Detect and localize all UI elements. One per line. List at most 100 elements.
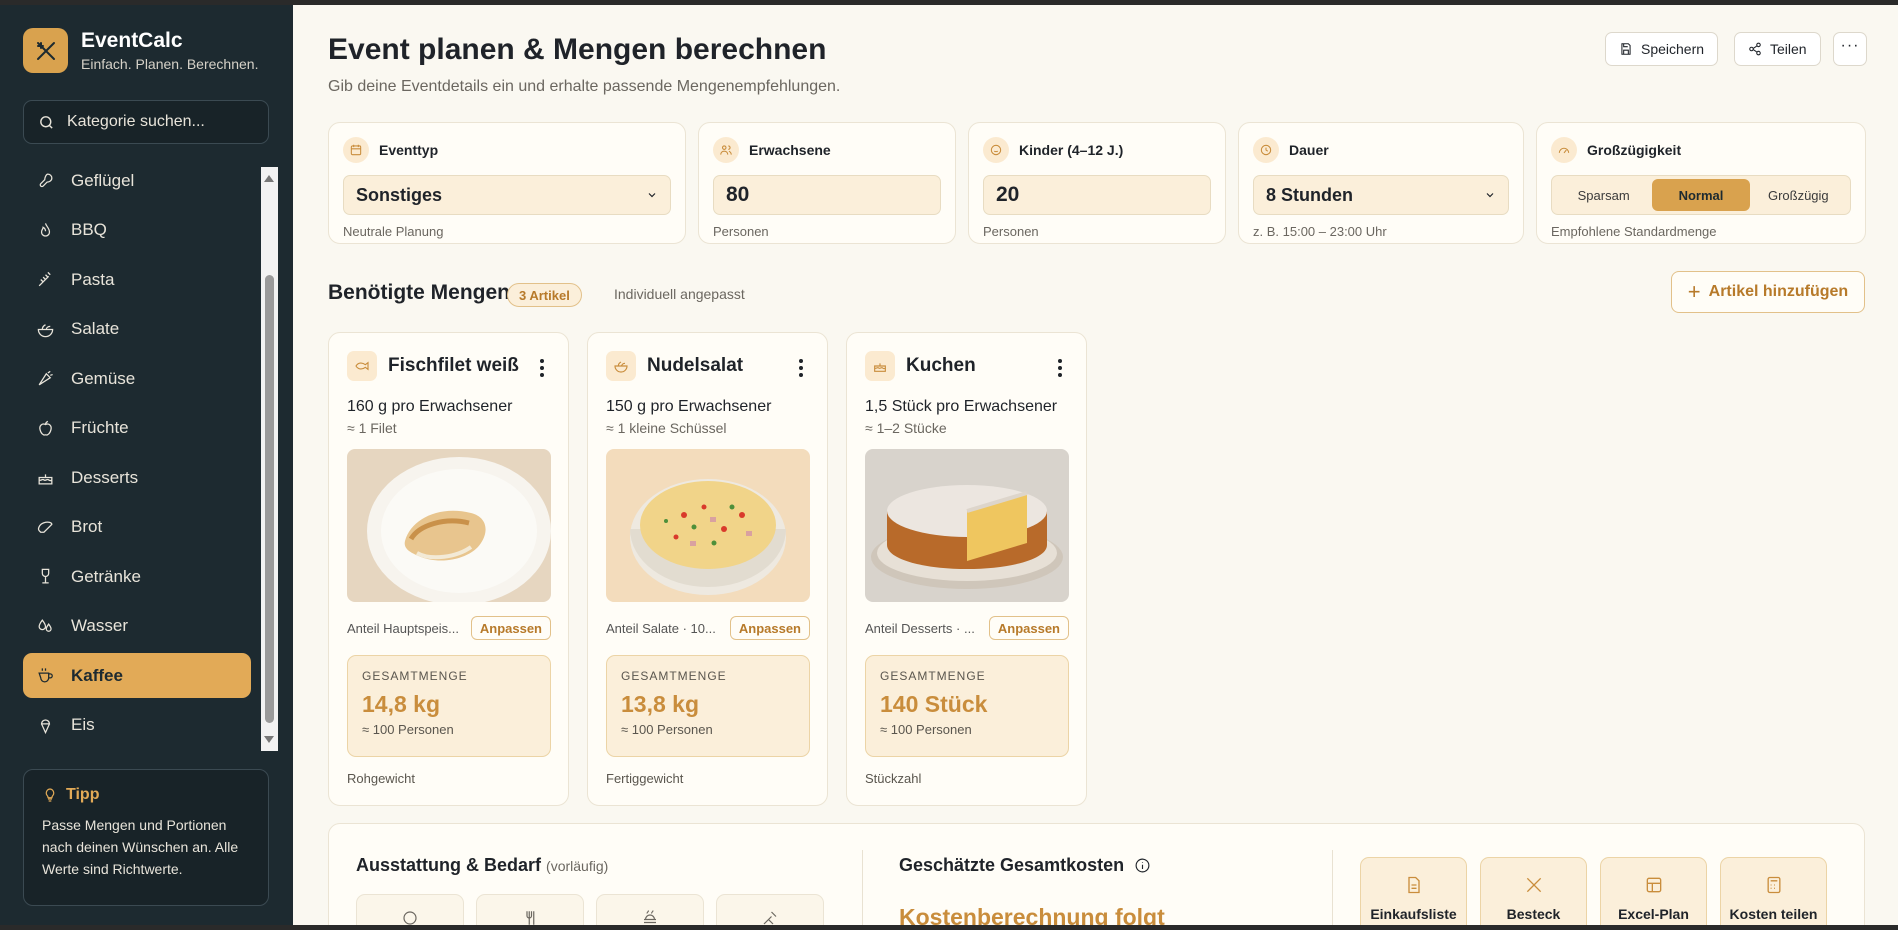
item-name: Fischfilet weiß <box>388 355 519 376</box>
adults-input[interactable]: 80 <box>713 175 941 215</box>
sidebar-item-eis[interactable]: Eis <box>23 703 251 748</box>
option-grosszuegig[interactable]: Großzügig <box>1750 179 1847 211</box>
input-value: 80 <box>726 183 750 206</box>
item-card-kuchen: Kuchen 1,5 Stück pro Erwachsener ≈ 1–2 S… <box>846 332 1087 806</box>
select-value: Sonstiges <box>356 184 443 205</box>
equipment-tile[interactable] <box>476 894 584 925</box>
total-people: ≈ 100 Personen <box>362 722 454 737</box>
sidebar-scrollbar[interactable] <box>261 167 278 751</box>
export-cutlery-button[interactable]: Besteck <box>1480 857 1587 925</box>
equipment-tile[interactable] <box>596 894 704 925</box>
weight-note: Rohgewicht <box>347 771 415 786</box>
gauge-icon <box>1558 147 1570 154</box>
share-button[interactable]: Teilen <box>1734 32 1821 66</box>
sidebar-item-getraenke[interactable]: Getränke <box>23 554 251 599</box>
save-button[interactable]: Speichern <box>1605 32 1719 66</box>
search-box[interactable] <box>23 100 269 144</box>
param-adults: Erwachsene 80 Personen <box>698 122 956 244</box>
table-icon <box>1646 877 1661 893</box>
sidebar-item-kaffee[interactable]: Kaffee <box>23 653 251 698</box>
app-window: EventCalc Einfach. Planen. Berechnen. Ge… <box>0 5 1898 925</box>
export-label: Besteck <box>1506 906 1561 922</box>
param-eventtype: Eventtyp Sonstiges Neutrale Planung <box>328 122 686 244</box>
export-excel-button[interactable]: Excel-Plan <box>1600 857 1707 925</box>
equipment-tile[interactable] <box>356 894 464 925</box>
salad-icon <box>614 361 628 373</box>
param-label: Erwachsene <box>749 142 831 158</box>
export-label: Excel-Plan <box>1618 906 1689 922</box>
plus-icon: + <box>1687 279 1701 304</box>
sidebar-item-pasta[interactable]: Pasta <box>23 257 251 302</box>
sidebar-item-wasser[interactable]: Wasser <box>23 604 251 649</box>
file-icon <box>1407 876 1420 894</box>
total-value: 13,8 kg <box>621 691 699 717</box>
kebab-menu-icon[interactable] <box>540 359 544 380</box>
more-icon: ··· <box>1840 37 1860 54</box>
export-shopping-list-button[interactable]: Einkaufsliste PDF <box>1360 857 1467 925</box>
share-text: Anteil Hauptspeis... <box>347 620 460 636</box>
adjust-button[interactable]: Anpassen <box>988 616 1069 640</box>
sidebar-item-label: Wasser <box>71 616 128 635</box>
item-count-badge: 3 Artikel <box>507 283 582 307</box>
generosity-segmented-control: Sparsam Normal Großzügig <box>1551 175 1851 215</box>
eventtype-select[interactable]: Sonstiges <box>343 175 671 215</box>
sidebar-item-gemuese[interactable]: Gemüse <box>23 356 251 401</box>
item-per-person: 160 g pro Erwachsener <box>347 398 513 415</box>
add-item-button[interactable]: + Artikel hinzufügen <box>1671 271 1865 313</box>
param-label: Dauer <box>1289 142 1329 158</box>
main-content: Event planen & Mengen berechnen Gib dein… <box>293 5 1898 925</box>
sidebar-item-brot[interactable]: Brot <box>23 505 251 550</box>
page-title: Event planen & Mengen berechnen <box>328 33 827 66</box>
total-label: GESAMTMENGE <box>880 669 986 683</box>
item-per-person: 1,5 Stück pro Erwachsener <box>865 398 1058 415</box>
scroll-up-arrow-icon[interactable] <box>264 175 274 182</box>
carrot-icon <box>38 370 53 386</box>
page-subtitle: Gib deine Eventdetails ein und erhalte p… <box>328 78 841 95</box>
users-icon <box>720 145 732 155</box>
sidebar-item-label: Salate <box>71 319 120 338</box>
scroll-down-arrow-icon[interactable] <box>264 736 274 743</box>
sidebar-item-label: Desserts <box>71 467 139 487</box>
coffee-icon <box>38 668 53 683</box>
more-options-button[interactable]: ··· <box>1833 32 1867 66</box>
item-per-person: 150 g pro Erwachsener <box>606 398 772 415</box>
adjust-button[interactable]: Anpassen <box>729 616 810 640</box>
cost-title: Geschätzte Gesamtkosten <box>899 855 1151 876</box>
circle-icon <box>403 911 417 925</box>
param-duration: Dauer 8 Stunden z. B. 15:00 – 23:00 Uhr <box>1238 122 1524 244</box>
sidebar-item-fruechte[interactable]: Früchte <box>23 406 251 451</box>
export-cost-button[interactable]: Kosten teilen <box>1720 857 1827 925</box>
fork-icon <box>526 911 535 925</box>
duration-select[interactable]: 8 Stunden <box>1253 175 1509 215</box>
equipment-tile[interactable] <box>716 894 824 925</box>
kids-input[interactable]: 20 <box>983 175 1211 215</box>
export-label: Kosten teilen <box>1729 906 1818 922</box>
scrollbar-thumb[interactable] <box>265 275 274 723</box>
sidebar-item-gefluegel[interactable]: Geflügel <box>23 158 251 203</box>
option-sparsam[interactable]: Sparsam <box>1555 179 1652 211</box>
sidebar-item-label: BBQ <box>71 220 107 239</box>
total-value: 14,8 kg <box>362 691 440 717</box>
category-list: Geflügel BBQ Pasta Salate Gemüse Früchte <box>23 158 251 752</box>
param-kids: Kinder (4–12 J.) 20 Personen <box>968 122 1226 244</box>
option-normal[interactable]: Normal <box>1652 179 1750 211</box>
fish-image <box>347 449 551 602</box>
kebab-menu-icon[interactable] <box>799 359 803 380</box>
brand-name: EventCalc <box>81 29 183 52</box>
baby-face-icon <box>990 144 1002 156</box>
kebab-menu-icon[interactable] <box>1058 359 1062 380</box>
cost-value: Kostenberechnung folgt <box>899 904 1165 925</box>
export-label: Einkaufsliste PDF <box>1370 906 1457 925</box>
sidebar-item-salate[interactable]: Salate <box>23 307 251 352</box>
bread-icon <box>37 520 53 533</box>
total-box: GESAMTMENGE 13,8 kg ≈ 100 Personen <box>606 655 810 757</box>
adjust-button[interactable]: Anpassen <box>470 616 551 640</box>
chevron-down-icon <box>1486 193 1494 198</box>
info-icon[interactable] <box>1134 857 1151 874</box>
sidebar-item-bbq[interactable]: BBQ <box>23 208 251 253</box>
search-input[interactable] <box>67 113 257 131</box>
item-name: Nudelsalat <box>647 355 744 376</box>
total-value: 140 Stück <box>880 691 988 717</box>
sidebar-item-desserts[interactable]: Desserts <box>23 455 251 500</box>
total-label: GESAMTMENGE <box>621 669 727 683</box>
